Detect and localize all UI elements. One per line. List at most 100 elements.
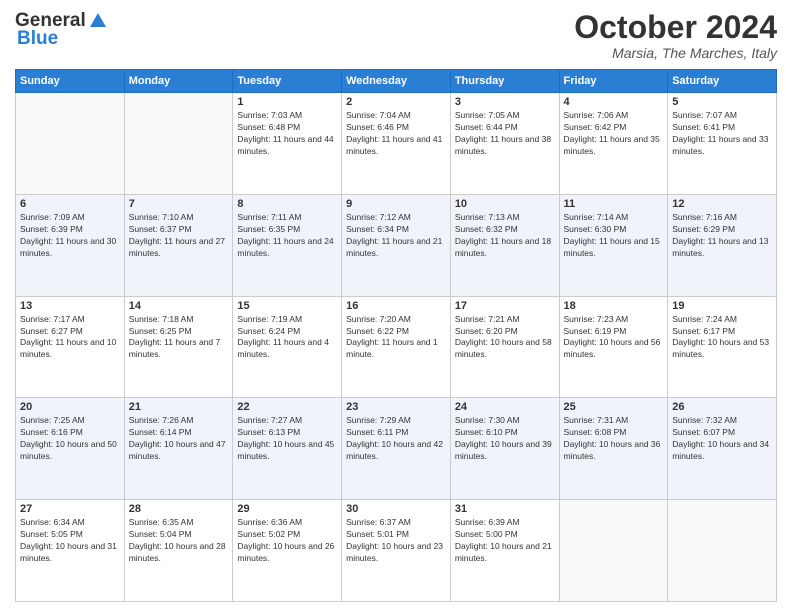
day-info: Sunrise: 7:07 AM Sunset: 6:41 PM Dayligh… xyxy=(672,110,772,158)
table-row: 16Sunrise: 7:20 AM Sunset: 6:22 PM Dayli… xyxy=(342,296,451,398)
table-row: 21Sunrise: 7:26 AM Sunset: 6:14 PM Dayli… xyxy=(124,398,233,500)
col-friday: Friday xyxy=(559,70,668,93)
table-row xyxy=(16,93,125,195)
table-row: 3 Sunrise: 7:05 AM Sunset: 6:44 PM Daylig… xyxy=(450,93,559,195)
day-info: Sunrise: 7:26 AM Sunset: 6:14 PM Dayligh… xyxy=(129,415,229,463)
table-row: 19 Sunrise: 7:24 AM Sunset: 6:17 PM Dayli… xyxy=(668,296,777,398)
day-number: 19 xyxy=(672,300,772,312)
table-row: 25 Sunrise: 7:31 AM Sunset: 6:08 PM Dayli… xyxy=(559,398,668,500)
calendar-table: Sunday Monday Tuesday Wednesday Thursday… xyxy=(15,69,777,602)
calendar-header-row: Sunday Monday Tuesday Wednesday Thursday… xyxy=(16,70,777,93)
calendar-week-row: 20 Sunrise: 7:25 AM Sunset: 6:16 PM Dayli… xyxy=(16,398,777,500)
table-row xyxy=(559,500,668,602)
table-row: 29 Sunrise: 6:36 AM Sunset: 5:02 PM Dayli… xyxy=(233,500,342,602)
day-info: Sunrise: 7:12 AM Sunset: 6:34 PM Dayligh… xyxy=(346,212,446,260)
table-row: 23 Sunrise: 7:29 AM Sunset: 6:11 PM Dayli… xyxy=(342,398,451,500)
day-info: Sunrise: 7:29 AM Sunset: 6:11 PM Dayligh… xyxy=(346,415,446,463)
logo: General Blue xyxy=(15,10,108,50)
day-info: Sunrise: 7:11 AM Sunset: 6:35 PM Dayligh… xyxy=(237,212,337,260)
col-wednesday: Wednesday xyxy=(342,70,451,93)
day-number: 26 xyxy=(672,401,772,413)
location: Marsia, The Marches, Italy xyxy=(574,45,777,61)
day-number: 23 xyxy=(346,401,446,413)
table-row xyxy=(668,500,777,602)
day-number: 3 xyxy=(455,96,555,108)
day-number: 31 xyxy=(455,503,555,515)
day-number: 18 xyxy=(564,300,664,312)
day-info: Sunrise: 6:39 AM Sunset: 5:00 PM Dayligh… xyxy=(455,517,555,565)
table-row: 15 Sunrise: 7:19 AM Sunset: 6:24 PM Dayli… xyxy=(233,296,342,398)
table-row: 11 Sunrise: 7:14 AM Sunset: 6:30 PM Dayli… xyxy=(559,194,668,296)
table-row: 30 Sunrise: 6:37 AM Sunset: 5:01 PM Dayli… xyxy=(342,500,451,602)
day-number: 27 xyxy=(20,503,120,515)
day-number: 8 xyxy=(237,198,337,210)
day-number: 24 xyxy=(455,401,555,413)
day-info: Sunrise: 6:35 AM Sunset: 5:04 PM Dayligh… xyxy=(129,517,229,565)
table-row: 18Sunrise: 7:23 AM Sunset: 6:19 PM Dayli… xyxy=(559,296,668,398)
day-info: Sunrise: 7:10 AM Sunset: 6:37 PM Dayligh… xyxy=(129,212,229,260)
page: General Blue October 2024 Marsia, The Ma… xyxy=(0,0,792,612)
day-number: 11 xyxy=(564,198,664,210)
day-number: 5 xyxy=(672,96,772,108)
day-info: Sunrise: 7:05 AM Sunset: 6:44 PM Dayligh… xyxy=(455,110,555,158)
day-number: 28 xyxy=(129,503,229,515)
col-thursday: Thursday xyxy=(450,70,559,93)
day-number: 25 xyxy=(564,401,664,413)
day-number: 9 xyxy=(346,198,446,210)
table-row: 9 Sunrise: 7:12 AM Sunset: 6:34 PM Daylig… xyxy=(342,194,451,296)
day-number: 2 xyxy=(346,96,446,108)
table-row: 26 Sunrise: 7:32 AM Sunset: 6:07 PM Dayli… xyxy=(668,398,777,500)
day-info: Sunrise: 7:14 AM Sunset: 6:30 PM Dayligh… xyxy=(564,212,664,260)
day-number: 13 xyxy=(20,300,120,312)
day-info: Sunrise: 6:34 AM Sunset: 5:05 PM Dayligh… xyxy=(20,517,120,565)
day-number: 20 xyxy=(20,401,120,413)
day-info: Sunrise: 6:36 AM Sunset: 5:02 PM Dayligh… xyxy=(237,517,337,565)
header: General Blue October 2024 Marsia, The Ma… xyxy=(15,10,777,61)
table-row: 20 Sunrise: 7:25 AM Sunset: 6:16 PM Dayli… xyxy=(16,398,125,500)
day-info: Sunrise: 7:16 AM Sunset: 6:29 PM Dayligh… xyxy=(672,212,772,260)
day-number: 22 xyxy=(237,401,337,413)
day-number: 30 xyxy=(346,503,446,515)
day-info: Sunrise: 7:03 AM Sunset: 6:48 PM Dayligh… xyxy=(237,110,337,158)
day-info: Sunrise: 7:06 AM Sunset: 6:42 PM Dayligh… xyxy=(564,110,664,158)
day-number: 4 xyxy=(564,96,664,108)
table-row: 2Sunrise: 7:04 AM Sunset: 6:46 PM Daylig… xyxy=(342,93,451,195)
day-info: Sunrise: 7:32 AM Sunset: 6:07 PM Dayligh… xyxy=(672,415,772,463)
table-row: 13 Sunrise: 7:17 AM Sunset: 6:27 PM Dayli… xyxy=(16,296,125,398)
day-number: 6 xyxy=(20,198,120,210)
day-info: Sunrise: 7:30 AM Sunset: 6:10 PM Dayligh… xyxy=(455,415,555,463)
day-number: 1 xyxy=(237,96,337,108)
title-section: October 2024 Marsia, The Marches, Italy xyxy=(574,10,777,61)
day-info: Sunrise: 6:37 AM Sunset: 5:01 PM Dayligh… xyxy=(346,517,446,565)
table-row: 24 Sunrise: 7:30 AM Sunset: 6:10 PM Dayli… xyxy=(450,398,559,500)
day-info: Sunrise: 7:27 AM Sunset: 6:13 PM Dayligh… xyxy=(237,415,337,463)
day-info: Sunrise: 7:17 AM Sunset: 6:27 PM Dayligh… xyxy=(20,314,120,362)
table-row: 17 Sunrise: 7:21 AM Sunset: 6:20 PM Dayli… xyxy=(450,296,559,398)
day-info: Sunrise: 7:25 AM Sunset: 6:16 PM Dayligh… xyxy=(20,415,120,463)
table-row: 12Sunrise: 7:16 AM Sunset: 6:29 PM Dayli… xyxy=(668,194,777,296)
calendar-week-row: 1 Sunrise: 7:03 AM Sunset: 6:48 PM Daylig… xyxy=(16,93,777,195)
logo-icon xyxy=(88,11,108,31)
col-monday: Monday xyxy=(124,70,233,93)
day-info: Sunrise: 7:09 AM Sunset: 6:39 PM Dayligh… xyxy=(20,212,120,260)
calendar-week-row: 27 Sunrise: 6:34 AM Sunset: 5:05 PM Dayli… xyxy=(16,500,777,602)
day-info: Sunrise: 7:24 AM Sunset: 6:17 PM Dayligh… xyxy=(672,314,772,362)
table-row: 28 Sunrise: 6:35 AM Sunset: 5:04 PM Dayli… xyxy=(124,500,233,602)
day-number: 10 xyxy=(455,198,555,210)
day-info: Sunrise: 7:13 AM Sunset: 6:32 PM Dayligh… xyxy=(455,212,555,260)
day-info: Sunrise: 7:21 AM Sunset: 6:20 PM Dayligh… xyxy=(455,314,555,362)
day-info: Sunrise: 7:19 AM Sunset: 6:24 PM Dayligh… xyxy=(237,314,337,362)
table-row: 4 Sunrise: 7:06 AM Sunset: 6:42 PM Daylig… xyxy=(559,93,668,195)
day-info: Sunrise: 7:31 AM Sunset: 6:08 PM Dayligh… xyxy=(564,415,664,463)
table-row: 1 Sunrise: 7:03 AM Sunset: 6:48 PM Daylig… xyxy=(233,93,342,195)
day-number: 17 xyxy=(455,300,555,312)
table-row: 22 Sunrise: 7:27 AM Sunset: 6:13 PM Dayli… xyxy=(233,398,342,500)
col-tuesday: Tuesday xyxy=(233,70,342,93)
table-row: 6 Sunrise: 7:09 AM Sunset: 6:39 PM Daylig… xyxy=(16,194,125,296)
day-info: Sunrise: 7:18 AM Sunset: 6:25 PM Dayligh… xyxy=(129,314,229,362)
col-sunday: Sunday xyxy=(16,70,125,93)
table-row: 10 Sunrise: 7:13 AM Sunset: 6:32 PM Dayli… xyxy=(450,194,559,296)
day-number: 15 xyxy=(237,300,337,312)
table-row: 14Sunrise: 7:18 AM Sunset: 6:25 PM Dayli… xyxy=(124,296,233,398)
day-number: 29 xyxy=(237,503,337,515)
